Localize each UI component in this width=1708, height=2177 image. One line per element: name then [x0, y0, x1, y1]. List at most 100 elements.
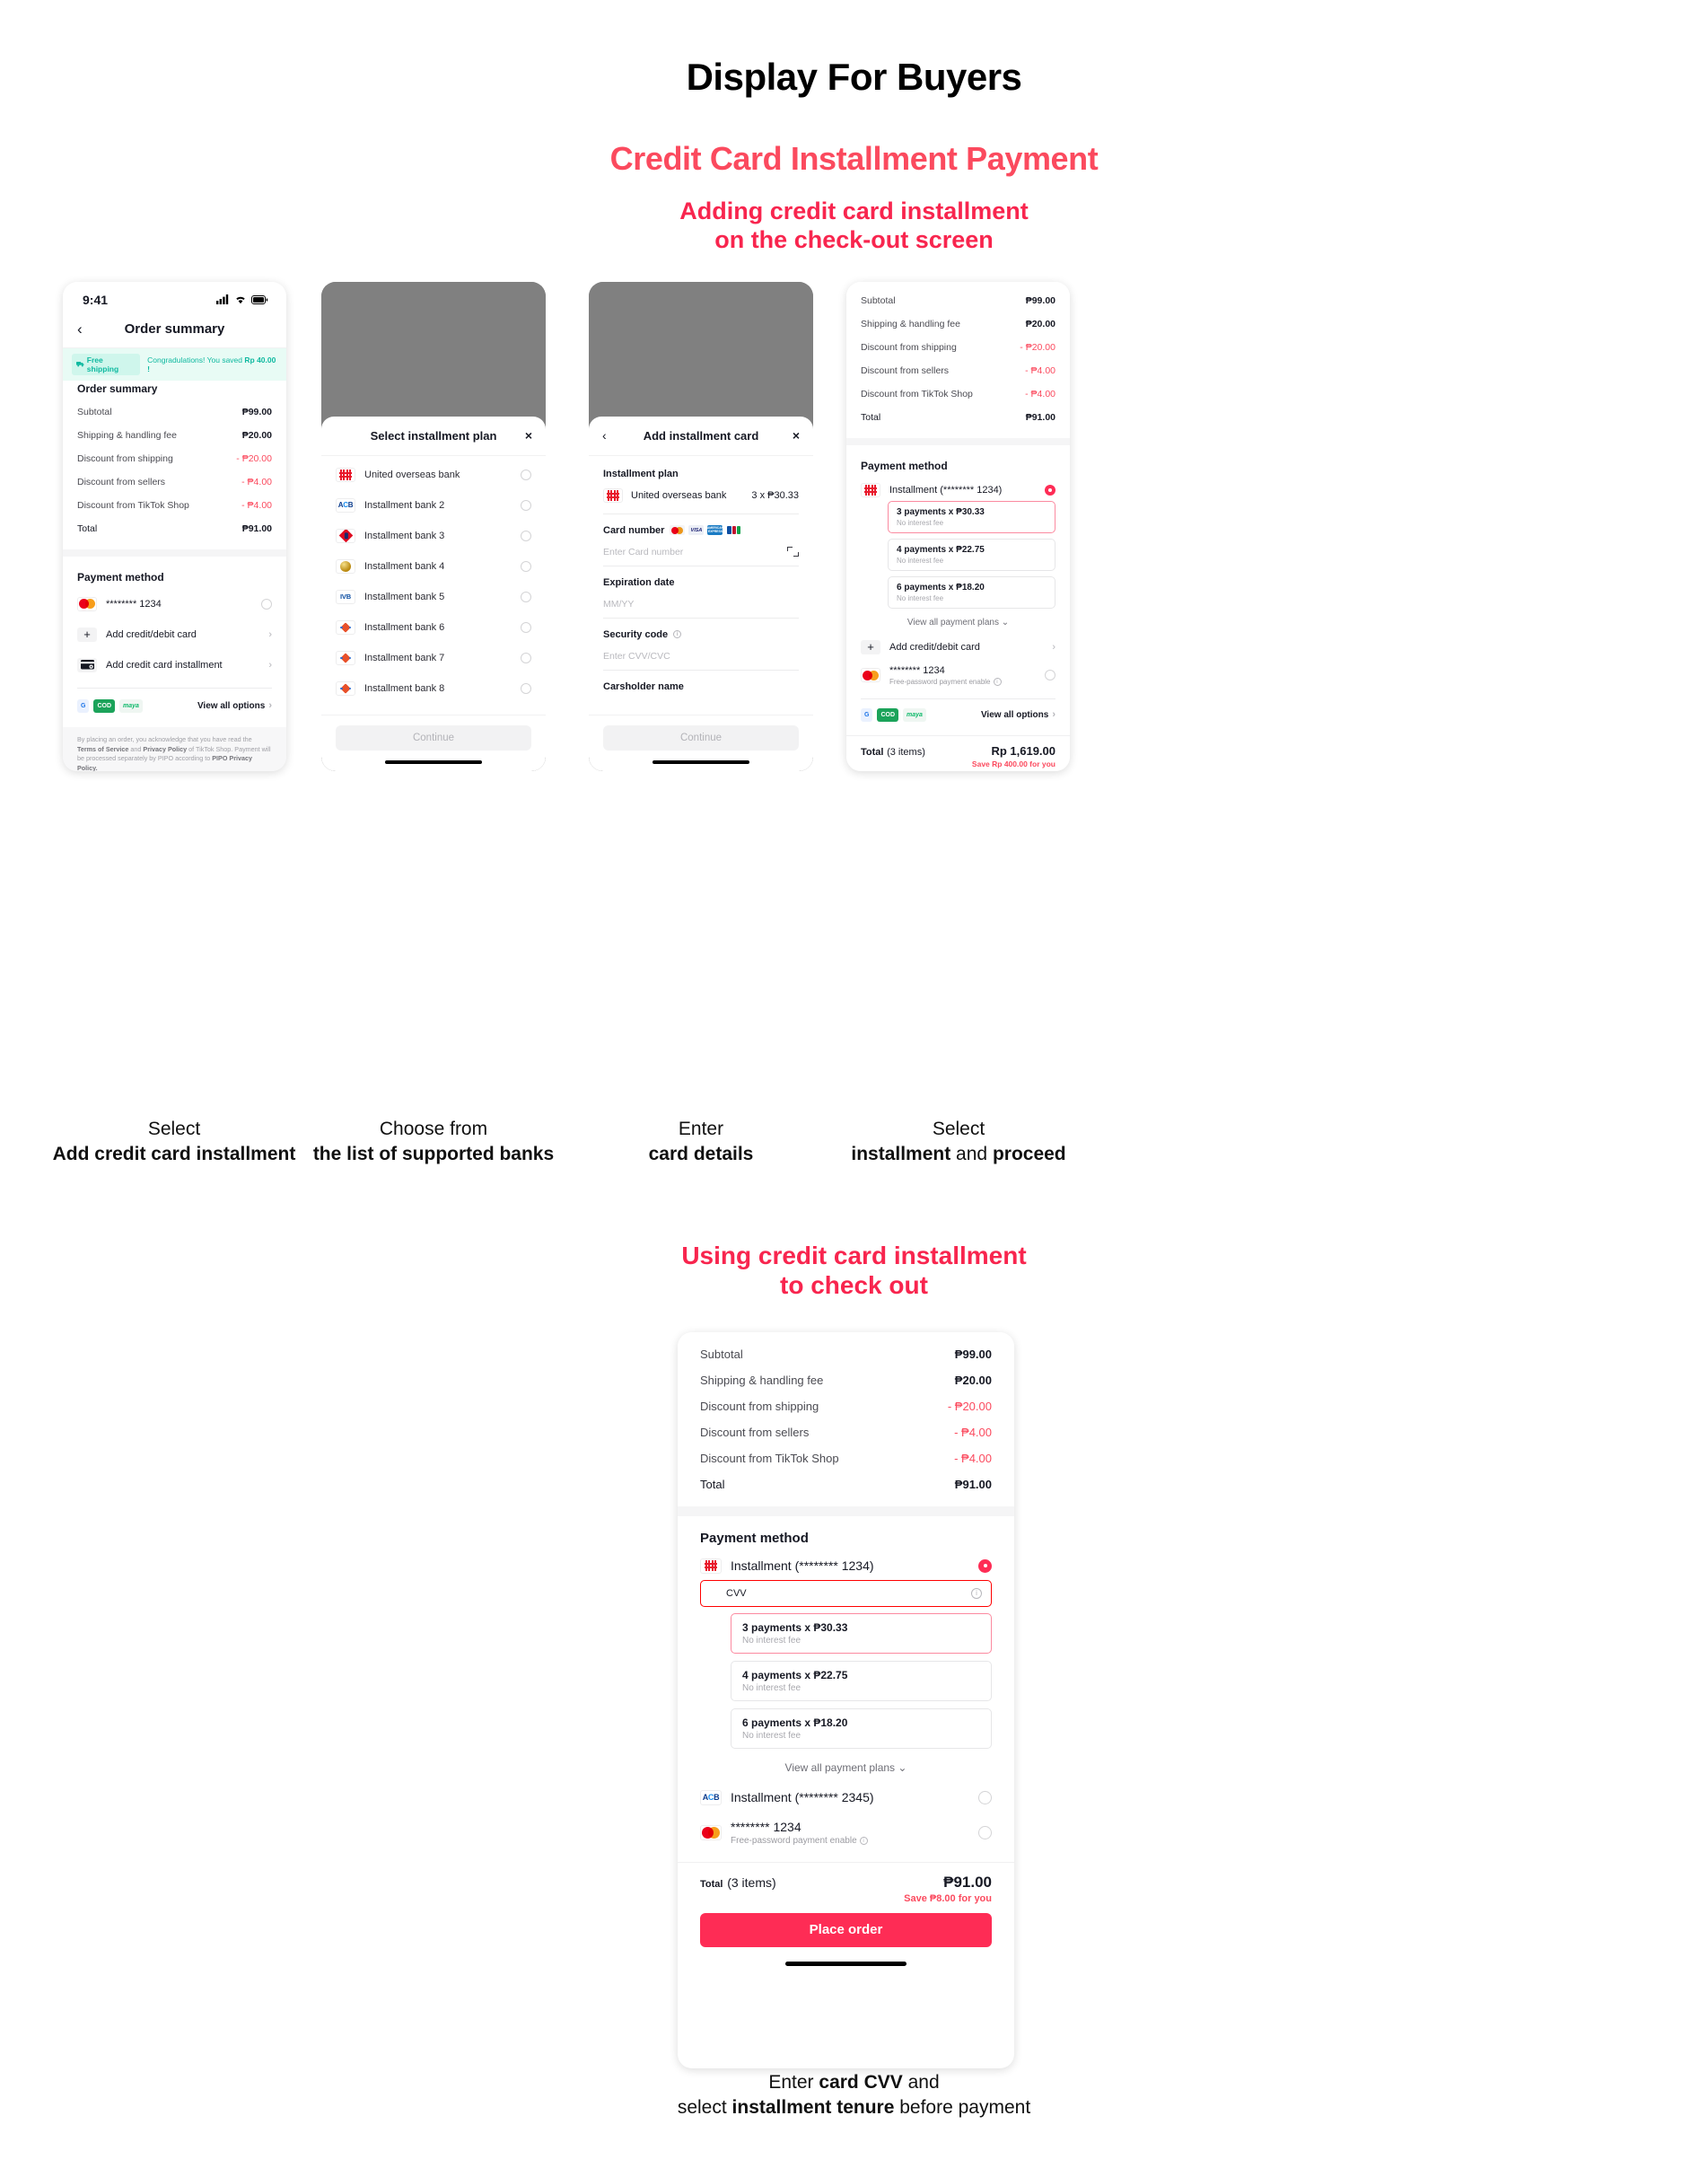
plan-card[interactable]: 6 payments x ₱18.20 No interest fee [731, 1707, 992, 1749]
payment-brand-pills: G COD maya [77, 698, 143, 713]
phone-row: 9:41 ‹ Order summary Free shipping Congr… [0, 281, 1708, 1108]
cvv-input[interactable]: CVV i [700, 1579, 992, 1607]
mastercard-icon [670, 525, 686, 536]
security-code-input[interactable]: Enter CVV/CVC [603, 640, 799, 671]
summary-label: Total [700, 1477, 725, 1491]
plan-card[interactable]: 4 payments x ₱22.75 No interest fee [888, 538, 1055, 571]
plan-card[interactable]: 6 payments x ₱18.20 No interest fee [888, 575, 1055, 609]
summary-value: ₱91.00 [241, 522, 272, 534]
card-number-label: Card number [603, 524, 665, 536]
caption-row: Select Add credit card installment Choos… [0, 1117, 1708, 1203]
divider [77, 687, 272, 689]
bank-row[interactable]: Installment bank 4 [321, 551, 546, 582]
radio-bank[interactable] [521, 591, 531, 602]
radio-installment-selected[interactable] [978, 1558, 992, 1573]
payment-method-heading: Payment method [700, 1530, 809, 1546]
radio-bank[interactable] [521, 682, 531, 694]
caption-thin-2: and [950, 1144, 993, 1165]
plan-card[interactable]: 3 payments x ₱30.33 No interest fee [888, 500, 1055, 533]
back-icon[interactable]: ‹ [77, 321, 83, 337]
continue-button[interactable]: Continue [603, 724, 799, 751]
other-payment-options-row[interactable]: G COD maya View all options › [77, 696, 272, 718]
caption-line2: select installment tenure before payment [678, 2097, 1030, 2118]
security-code-placeholder: Enter CVV/CVC [603, 650, 670, 662]
payment-option-saved-card[interactable]: ******** 1234 [77, 589, 272, 619]
radio-saved-card[interactable] [978, 1825, 992, 1839]
add-credit-debit-card-row[interactable]: + Add credit/debit card › [77, 619, 272, 650]
radio-saved-card[interactable] [1045, 670, 1055, 681]
dimmed-background [321, 281, 546, 417]
add-credit-card-installment-row[interactable]: Add credit card installment › [77, 650, 272, 680]
bank-row[interactable]: Installment bank 8 [321, 673, 546, 704]
terms-part-2: and [128, 744, 144, 753]
footer-items-count: (3 items) [887, 746, 925, 758]
sheet-header: Select installment plan × [321, 417, 546, 456]
radio-bank[interactable] [521, 621, 531, 633]
add-installment-card-sheet: ‹ Add installment card × Installment pla… [589, 416, 813, 771]
radio-bank[interactable] [521, 499, 531, 511]
summary-label: Total [77, 522, 98, 534]
summary-value: ₱91.00 [954, 1477, 992, 1491]
radio-bank[interactable] [521, 652, 531, 663]
add-installment-label: Add credit card installment [106, 659, 223, 671]
summary-row-total: Total ₱91.00 [700, 1471, 992, 1497]
radio-bank[interactable] [521, 469, 531, 480]
bank-list: United overseas bank ACB Installment ban… [321, 456, 546, 715]
page-title: Display For Buyers [686, 56, 1022, 98]
bank-row[interactable]: ACB Installment bank 2 [321, 490, 546, 521]
view-all-payment-plans-button[interactable]: View all payment plans ⌄ [861, 614, 1055, 635]
back-icon[interactable]: ‹ [602, 428, 607, 443]
info-icon[interactable]: i [971, 1587, 982, 1599]
bank-row[interactable]: IVB Installment bank 5 [321, 582, 546, 612]
installment-option-row[interactable]: Installment (******** 1234) [861, 478, 1055, 501]
view-all-options-button[interactable]: View all options › [197, 700, 272, 711]
bank-row[interactable]: Installment bank 3 [321, 521, 546, 551]
view-all-payment-plans-button[interactable]: View all payment plans ⌄ [700, 1756, 992, 1783]
add-credit-debit-card-row[interactable]: + Add credit/debit card › [861, 635, 1055, 660]
plan-card[interactable]: 3 payments x ₱30.33 No interest fee [731, 1612, 992, 1654]
select-installment-plan-sheet: Select installment plan × United oversea… [321, 416, 546, 771]
plan-sub: No interest fee [742, 1730, 801, 1741]
close-icon[interactable]: × [793, 428, 800, 443]
saved-card-sub: Free-password payment enable [731, 1835, 857, 1846]
terms-of-service-link[interactable]: Terms of Service [77, 745, 128, 753]
info-icon[interactable]: i [993, 677, 1002, 686]
installment-option-row[interactable]: Installment (******** 1234) [700, 1553, 992, 1580]
installment-option-2-row[interactable]: ACB Installment (******** 2345) [700, 1783, 992, 1813]
plan-sub: No interest fee [742, 1682, 801, 1693]
info-icon[interactable]: i [859, 1836, 868, 1845]
continue-button[interactable]: Continue [336, 724, 531, 751]
selected-installment-plan-row[interactable]: United overseas bank 3 x ₱30.33 [603, 479, 799, 514]
radio-bank[interactable] [521, 530, 531, 541]
home-indicator [589, 751, 813, 771]
expiration-date-input[interactable]: MM/YY [603, 588, 799, 619]
info-icon[interactable]: i [673, 630, 682, 639]
other-payment-options-row[interactable]: G COD maya View all options › [861, 707, 1055, 726]
section-divider [678, 1505, 1014, 1516]
radio-installment-2[interactable] [978, 1790, 992, 1804]
plan-card[interactable]: 4 payments x ₱22.75 No interest fee [731, 1660, 992, 1701]
payment-option-saved-card[interactable]: ******** 1234 Free-password payment enab… [700, 1813, 992, 1853]
payment-option-saved-card[interactable]: ******** 1234 Free-password payment enab… [861, 660, 1055, 691]
saved-card-info: ******** 1234 Free-password payment enab… [731, 1820, 969, 1846]
radio-installment-selected[interactable] [1045, 484, 1055, 496]
card-number-input[interactable]: Enter Card number [603, 536, 799, 566]
plan-title: 3 payments x ₱30.33 [742, 1620, 848, 1634]
view-all-options-button[interactable]: View all options › [981, 709, 1055, 720]
summary-label: Discount from sellers [700, 1425, 810, 1439]
summary-label: Subtotal [861, 294, 896, 306]
close-icon[interactable]: × [525, 428, 532, 443]
checkout-footer: Total (3 items) Rp 1,619.00 Save Rp 400.… [846, 734, 1070, 771]
ivb-logo-icon: IVB [336, 589, 355, 604]
radio-saved-card[interactable] [261, 598, 272, 610]
promo-congrats: Congradulations! [147, 355, 206, 364]
order-summary-heading: Order summary [77, 382, 158, 395]
footer-savings: Save Rp 400.00 for you [971, 759, 1055, 768]
bank-row[interactable]: Installment bank 7 [321, 643, 546, 673]
place-order-button[interactable]: Place order [700, 1912, 992, 1947]
bank-row[interactable]: United overseas bank [321, 460, 546, 490]
privacy-policy-link[interactable]: Privacy Policy [143, 745, 187, 753]
scan-card-icon[interactable] [787, 547, 799, 557]
bank-row[interactable]: Installment bank 6 [321, 612, 546, 643]
radio-bank[interactable] [521, 560, 531, 572]
